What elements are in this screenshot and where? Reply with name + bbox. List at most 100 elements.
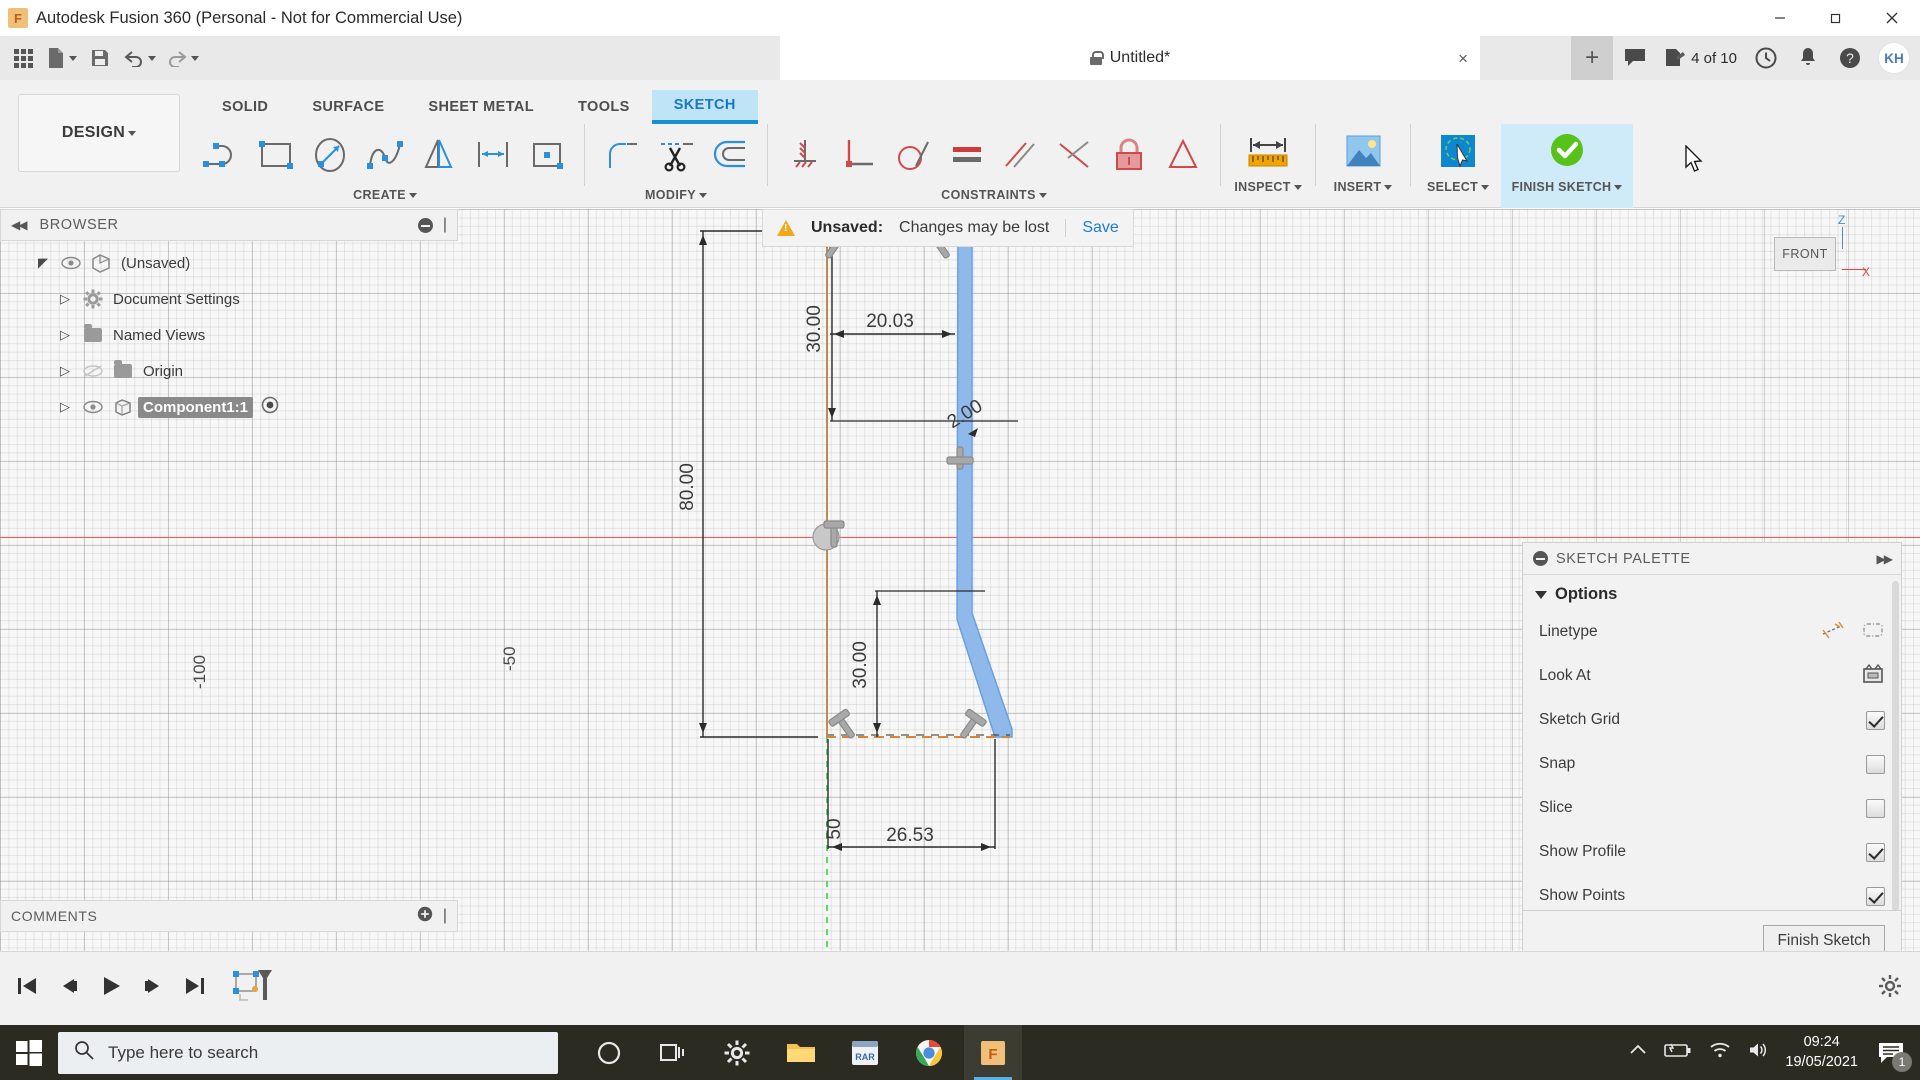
tab-sheet-metal[interactable]: SHEET METAL (406, 90, 556, 124)
step-back-button[interactable] (56, 975, 82, 1002)
fillet-tool[interactable] (595, 126, 649, 182)
tree-row-unsaved[interactable]: ◤ (Unsaved) (0, 245, 458, 281)
expand-arrows-icon[interactable]: ▶▶ (1877, 552, 1894, 566)
redo-button[interactable] (162, 40, 203, 76)
user-avatar[interactable]: KH (1878, 42, 1910, 74)
palette-scrollbar[interactable] (1892, 581, 1899, 911)
inspect-measure-tool[interactable]: INSPECT (1225, 124, 1311, 208)
timeline-feature-sketch[interactable] (230, 964, 274, 1013)
option-row-sketch-grid[interactable]: Sketch Grid (1523, 698, 1901, 742)
show-hidden-icons-chevron[interactable] (1629, 1043, 1647, 1062)
checkbox-sketch-grid[interactable] (1866, 710, 1885, 730)
line-tool[interactable] (196, 126, 250, 182)
undo-button[interactable] (119, 40, 160, 76)
minimize-browser-icon[interactable] (417, 217, 433, 233)
tree-row-component1[interactable]: ▷ Component1:1 (0, 389, 458, 425)
resize-handle[interactable]: | (443, 907, 447, 925)
resize-handle[interactable]: | (443, 216, 447, 234)
coincident-constraint-tool[interactable] (1048, 126, 1102, 182)
cortana-icon[interactable] (580, 1025, 638, 1080)
panel-label-modify[interactable]: MODIFY (589, 184, 763, 206)
tree-row-document-settings[interactable]: ▷ Document Settings (0, 281, 458, 317)
visibility-eye-icon[interactable] (56, 256, 86, 270)
construction-linetype-button[interactable] (1861, 620, 1885, 645)
normal-linetype-button[interactable] (1821, 620, 1845, 645)
action-center-button[interactable]: 1 (1874, 1036, 1912, 1072)
panel-label-create[interactable]: CREATE (190, 184, 580, 206)
taskbar-clock[interactable]: 09:24 19/05/2021 (1785, 1033, 1858, 1072)
file-explorer-icon[interactable] (772, 1025, 830, 1080)
winrar-icon[interactable]: RAR (836, 1025, 894, 1080)
close-document-icon[interactable]: × (1458, 49, 1468, 69)
offset-tool[interactable] (703, 126, 757, 182)
tab-surface[interactable]: SURFACE (290, 90, 406, 124)
spline-tool[interactable] (358, 126, 412, 182)
help-button[interactable]: ? (1830, 36, 1870, 80)
settings-icon[interactable] (708, 1025, 766, 1080)
taskbar-search-box[interactable]: Type here to search (58, 1031, 558, 1074)
expand-twisty-icon[interactable]: ▷ (52, 363, 78, 379)
minimize-button[interactable] (1752, 0, 1808, 36)
document-tab[interactable]: Untitled* × (780, 36, 1480, 80)
notifications-bell-button[interactable] (1788, 36, 1828, 80)
mirror-tool[interactable] (412, 126, 466, 182)
checkbox-snap[interactable] (1866, 754, 1885, 774)
step-forward-button[interactable] (140, 975, 166, 1002)
activate-component-radio[interactable] (261, 396, 279, 418)
save-link[interactable]: Save (1065, 219, 1119, 237)
expand-twisty-icon[interactable]: ▷ (52, 399, 78, 415)
select-tool[interactable]: SELECT (1415, 124, 1501, 208)
comments-button[interactable] (1615, 36, 1655, 80)
option-row-slice[interactable]: Slice (1523, 786, 1901, 830)
option-row-snap[interactable]: Snap (1523, 742, 1901, 786)
tab-sketch[interactable]: SKETCH (651, 90, 758, 124)
trim-tool[interactable] (649, 126, 703, 182)
parallel-constraint-tool[interactable] (994, 126, 1048, 182)
finish-sketch-button[interactable]: Finish Sketch (1763, 925, 1885, 951)
new-tab-button[interactable]: + (1571, 36, 1614, 80)
visibility-off-eye-icon[interactable] (78, 364, 108, 378)
go-to-beginning-button[interactable] (14, 975, 40, 1002)
expand-twisty-icon[interactable]: ▷ (52, 291, 78, 307)
option-row-show-profile[interactable]: Show Profile (1523, 830, 1901, 874)
look-at-icon[interactable] (1861, 663, 1885, 690)
chrome-icon[interactable] (900, 1025, 958, 1080)
tangent-constraint-tool[interactable] (886, 126, 940, 182)
expand-twisty-icon[interactable]: ▷ (52, 327, 78, 343)
checkbox-show-profile[interactable] (1866, 842, 1885, 862)
insert-tool[interactable]: INSERT (1320, 124, 1406, 208)
fix-constraint-tool[interactable] (778, 126, 832, 182)
circle-tool[interactable] (304, 126, 358, 182)
expand-twisty-icon[interactable]: ◤ (30, 255, 56, 271)
maximize-button[interactable] (1808, 0, 1864, 36)
go-to-end-button[interactable] (182, 975, 208, 1002)
tree-row-origin[interactable]: ▷ Origin (0, 353, 458, 389)
panel-label-constraints[interactable]: CONSTRAINTS (772, 184, 1216, 206)
start-button[interactable] (0, 1025, 58, 1080)
save-button[interactable] (83, 40, 117, 76)
battery-icon[interactable] (1663, 1041, 1693, 1064)
workspace-selector[interactable]: DESIGN (18, 94, 180, 172)
task-view-icon[interactable] (644, 1025, 702, 1080)
close-button[interactable] (1864, 0, 1920, 36)
collapse-browser-icon[interactable]: ◀◀ (11, 218, 28, 232)
tab-tools[interactable]: TOOLS (556, 90, 652, 124)
wifi-icon[interactable] (1709, 1041, 1731, 1064)
symmetry-constraint-tool[interactable] (1156, 126, 1210, 182)
finish-sketch-tool[interactable]: FINISH SKETCH (1501, 124, 1633, 208)
show-data-panel-button[interactable] (6, 40, 40, 76)
file-menu-button[interactable] (42, 40, 81, 76)
tree-row-named-views[interactable]: ▷ Named Views (0, 317, 458, 353)
fusion360-icon[interactable]: F (964, 1025, 1022, 1080)
options-section-header[interactable]: Options (1523, 575, 1901, 610)
checkbox-slice[interactable] (1866, 798, 1885, 818)
tab-solid[interactable]: SOLID (200, 90, 290, 124)
add-comment-icon[interactable] (417, 906, 433, 927)
collapse-icon[interactable] (1533, 551, 1548, 566)
rectangular-pattern-tool[interactable] (520, 126, 574, 182)
play-button[interactable] (98, 975, 124, 1002)
perpendicular-constraint-tool[interactable] (832, 126, 886, 182)
jobs-status-button[interactable]: 4 of 10 (1657, 36, 1744, 80)
checkbox-show-points[interactable] (1866, 886, 1885, 906)
lock-constraint-tool[interactable] (1102, 126, 1156, 182)
